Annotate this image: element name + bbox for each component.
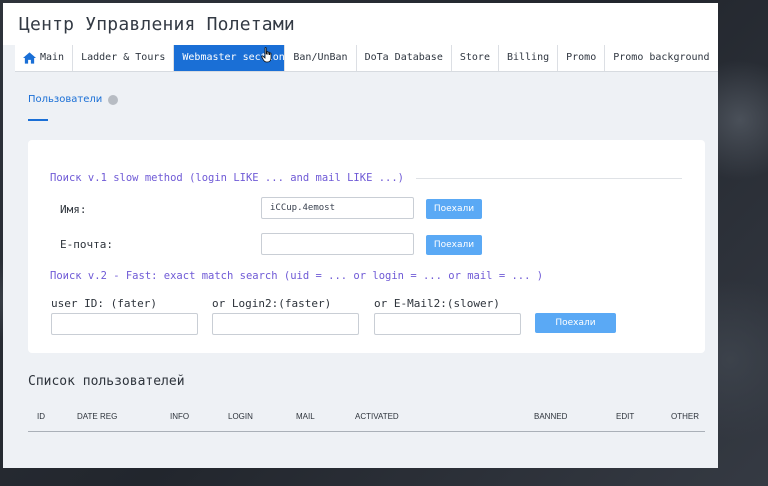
nav-item-dota-database[interactable]: DoTa Database	[357, 45, 452, 71]
search-v1-title: Поиск v.1 slow method (login LIKE ... an…	[50, 172, 405, 184]
nav-item-store[interactable]: Store	[452, 45, 499, 71]
column-header-other[interactable]: OTHER	[671, 412, 699, 421]
nav-item-label: Promo	[566, 52, 597, 63]
search-card: Поиск v.1 slow method (login LIKE ... an…	[28, 140, 705, 353]
mail-input[interactable]	[374, 313, 521, 335]
users-list-title: Список пользователей	[28, 374, 185, 389]
nav-item-label: Ladder & Tours	[81, 52, 166, 63]
nav-item-ban-unban[interactable]: Ban/UnBan	[285, 45, 357, 71]
home-icon	[23, 52, 36, 64]
info-icon[interactable]	[108, 94, 119, 105]
email-label: E-почта:	[60, 238, 113, 251]
column-header-id[interactable]: ID	[37, 412, 45, 421]
hand-cursor-icon	[261, 47, 272, 63]
nav-item-main[interactable]: Main	[15, 45, 74, 71]
login-label: or Login2:(faster)	[212, 297, 332, 310]
column-header-activated[interactable]: ACTIVATED	[355, 412, 399, 421]
nav-item-label: Billing	[506, 52, 550, 63]
mail-label: or E-Mail2:(slower)	[374, 297, 500, 310]
app-header: Центр Управления Полетами	[3, 3, 718, 45]
page-title: Центр Управления Полетами	[19, 14, 295, 35]
column-header-info[interactable]: INFO	[170, 412, 189, 421]
column-header-banned[interactable]: BANNED	[534, 412, 567, 421]
uid-label: user ID: (fater)	[51, 297, 157, 310]
search-v2-title: Поиск v.2 - Fast: exact match search (ui…	[50, 270, 544, 282]
users-table-header: ID DATE REG INFO LOGIN MAIL ACTIVATED BA…	[28, 403, 705, 432]
tab-active-indicator	[28, 119, 48, 121]
column-header-date-reg[interactable]: DATE REG	[77, 412, 117, 421]
column-header-login[interactable]: LOGIN	[228, 412, 253, 421]
nav-item-ladder-tours[interactable]: Ladder & Tours	[73, 45, 175, 71]
nav-item-billing[interactable]: Billing	[499, 45, 559, 71]
search-v1-email-go-button[interactable]: Поехали	[426, 235, 482, 255]
nav-item-label: Main	[40, 52, 65, 63]
column-header-mail[interactable]: MAIL	[296, 412, 315, 421]
app-window: Центр Управления Полетами Main Ladder & …	[3, 3, 718, 468]
name-input[interactable]	[261, 197, 414, 219]
nav-item-promo-background[interactable]: Promo background	[605, 45, 717, 71]
login-input[interactable]	[212, 313, 359, 335]
uid-input[interactable]	[51, 313, 198, 335]
nav-item-promo[interactable]: Promo	[558, 45, 606, 71]
nav-item-label: Store	[459, 52, 490, 63]
email-input[interactable]	[261, 233, 414, 255]
tab-users[interactable]: Пользователи	[28, 94, 119, 105]
nav-item-label: Promo background	[613, 52, 710, 63]
column-header-edit[interactable]: EDIT	[616, 412, 634, 421]
tab-users-label: Пользователи	[28, 94, 103, 105]
search-v2-go-button[interactable]: Поехали	[535, 313, 616, 333]
search-v1-divider	[416, 178, 682, 179]
nav-item-label: DoTa Database	[364, 52, 443, 63]
name-label: Имя:	[60, 203, 87, 216]
main-nav: Main Ladder & Tours Webmaster section Ba…	[15, 45, 718, 72]
nav-item-label: Ban/UnBan	[293, 52, 348, 63]
search-v1-name-go-button[interactable]: Поехали	[426, 199, 482, 219]
